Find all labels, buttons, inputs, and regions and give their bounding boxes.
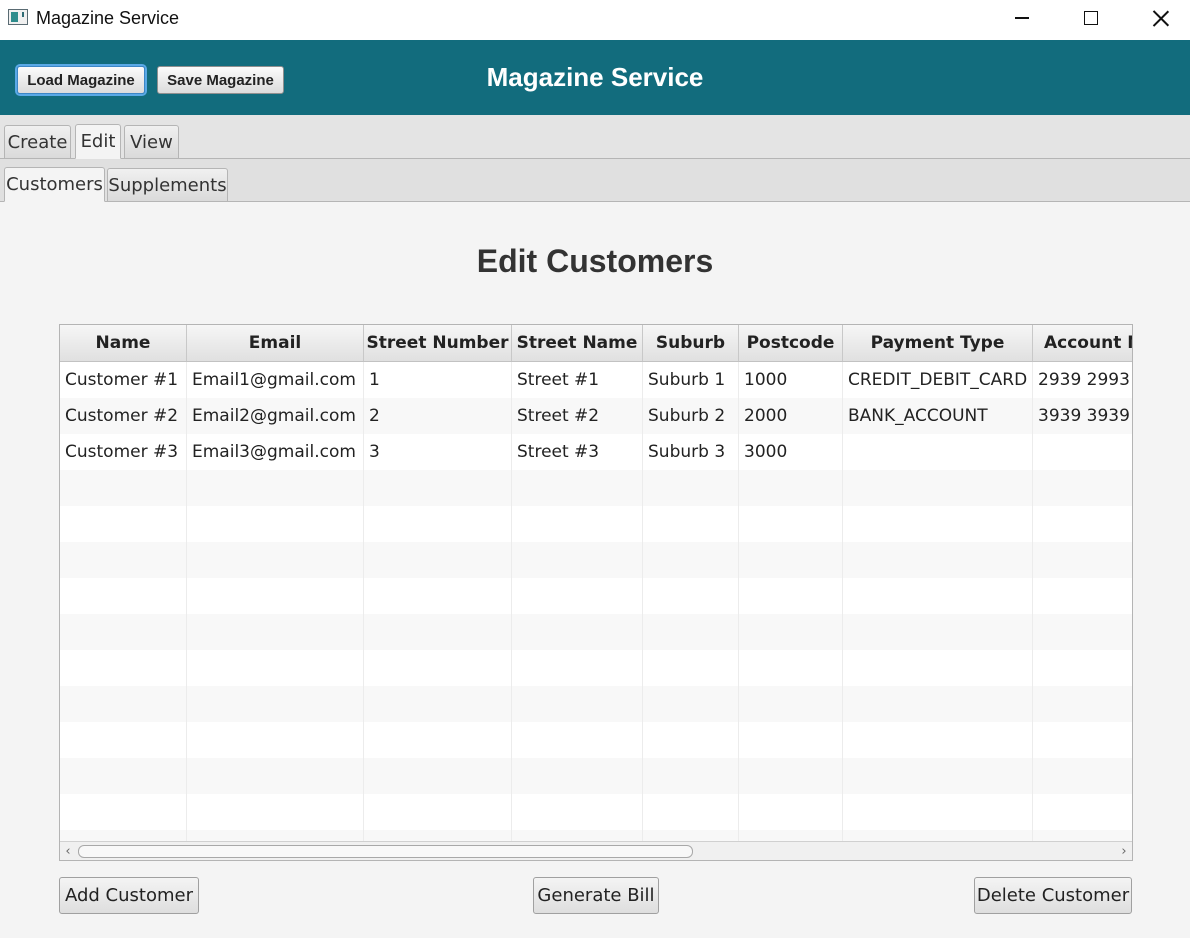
column-header-street-number[interactable]: Street Number <box>364 325 512 361</box>
window-titlebar: Magazine Service <box>0 0 1190 40</box>
add-customer-button[interactable]: Add Customer <box>59 877 199 914</box>
column-header-account-number[interactable]: Account N <box>1033 325 1132 361</box>
cell-street-name: Street #2 <box>512 398 643 434</box>
empty-row <box>60 614 1132 650</box>
scroll-left-icon[interactable]: ‹ <box>60 842 76 860</box>
cell-payment-type: BANK_ACCOUNT <box>843 398 1033 434</box>
cell-postcode: 3000 <box>739 434 843 470</box>
cell-street-name: Street #3 <box>512 434 643 470</box>
empty-row <box>60 722 1132 758</box>
table-row[interactable]: Customer #1 Email1@gmail.com 1 Street #1… <box>60 362 1132 398</box>
cell-street-number: 3 <box>364 434 512 470</box>
table-body: Customer #1 Email1@gmail.com 1 Street #1… <box>60 362 1132 860</box>
cell-account-number: 2939 2993 2 <box>1033 362 1132 398</box>
minimize-icon[interactable] <box>999 0 1045 36</box>
cell-street-number: 2 <box>364 398 512 434</box>
column-header-payment-type[interactable]: Payment Type <box>843 325 1033 361</box>
close-icon[interactable] <box>1138 0 1184 36</box>
cell-suburb: Suburb 1 <box>643 362 739 398</box>
tab-create[interactable]: Create <box>4 125 71 159</box>
empty-row <box>60 578 1132 614</box>
table-row[interactable]: Customer #2 Email2@gmail.com 2 Street #2… <box>60 398 1132 434</box>
generate-bill-button[interactable]: Generate Bill <box>533 877 659 914</box>
cell-email: Email1@gmail.com <box>187 362 364 398</box>
window-title: Magazine Service <box>36 8 180 28</box>
scroll-right-icon[interactable]: › <box>1116 842 1132 860</box>
empty-row <box>60 686 1132 722</box>
column-header-name[interactable]: Name <box>60 325 187 361</box>
empty-row <box>60 470 1132 506</box>
column-header-street-name[interactable]: Street Name <box>512 325 643 361</box>
app-icon <box>8 9 28 25</box>
cell-payment-type: CREDIT_DEBIT_CARD <box>843 362 1033 398</box>
horizontal-scrollbar[interactable]: ‹ › <box>60 841 1132 860</box>
sub-tab-bar: Customers Supplements <box>0 159 1190 202</box>
empty-row <box>60 758 1132 794</box>
empty-row <box>60 650 1132 686</box>
page-title: Edit Customers <box>476 243 714 279</box>
cell-name: Customer #3 <box>60 434 187 470</box>
table-row[interactable]: Customer #3 Email3@gmail.com 3 Street #3… <box>60 434 1132 470</box>
main-tab-bar: Create Edit View <box>0 115 1190 159</box>
cell-account-number <box>1033 434 1132 470</box>
tab-customers[interactable]: Customers <box>4 167 105 202</box>
tab-supplements[interactable]: Supplements <box>107 168 228 202</box>
cell-street-number: 1 <box>364 362 512 398</box>
column-header-email[interactable]: Email <box>187 325 364 361</box>
tab-view[interactable]: View <box>124 125 179 159</box>
cell-name: Customer #2 <box>60 398 187 434</box>
app-header: Load Magazine Save Magazine Magazine Ser… <box>0 40 1190 115</box>
empty-row <box>60 542 1132 578</box>
scrollbar-thumb[interactable] <box>78 845 693 858</box>
maximize-icon[interactable] <box>1068 0 1114 36</box>
cell-email: Email3@gmail.com <box>187 434 364 470</box>
table-header: Name Email Street Number Street Name Sub… <box>60 325 1132 362</box>
cell-suburb: Suburb 2 <box>643 398 739 434</box>
customers-table[interactable]: Name Email Street Number Street Name Sub… <box>59 324 1133 861</box>
empty-row <box>60 794 1132 830</box>
cell-postcode: 1000 <box>739 362 843 398</box>
empty-row <box>60 506 1132 542</box>
cell-postcode: 2000 <box>739 398 843 434</box>
cell-name: Customer #1 <box>60 362 187 398</box>
column-header-suburb[interactable]: Suburb <box>643 325 739 361</box>
cell-payment-type <box>843 434 1033 470</box>
tab-edit[interactable]: Edit <box>75 124 121 159</box>
cell-email: Email2@gmail.com <box>187 398 364 434</box>
column-header-postcode[interactable]: Postcode <box>739 325 843 361</box>
delete-customer-button[interactable]: Delete Customer <box>974 877 1132 914</box>
cell-suburb: Suburb 3 <box>643 434 739 470</box>
cell-account-number: 3939 3939 3 <box>1033 398 1132 434</box>
cell-street-name: Street #1 <box>512 362 643 398</box>
header-title: Magazine Service <box>486 62 704 92</box>
